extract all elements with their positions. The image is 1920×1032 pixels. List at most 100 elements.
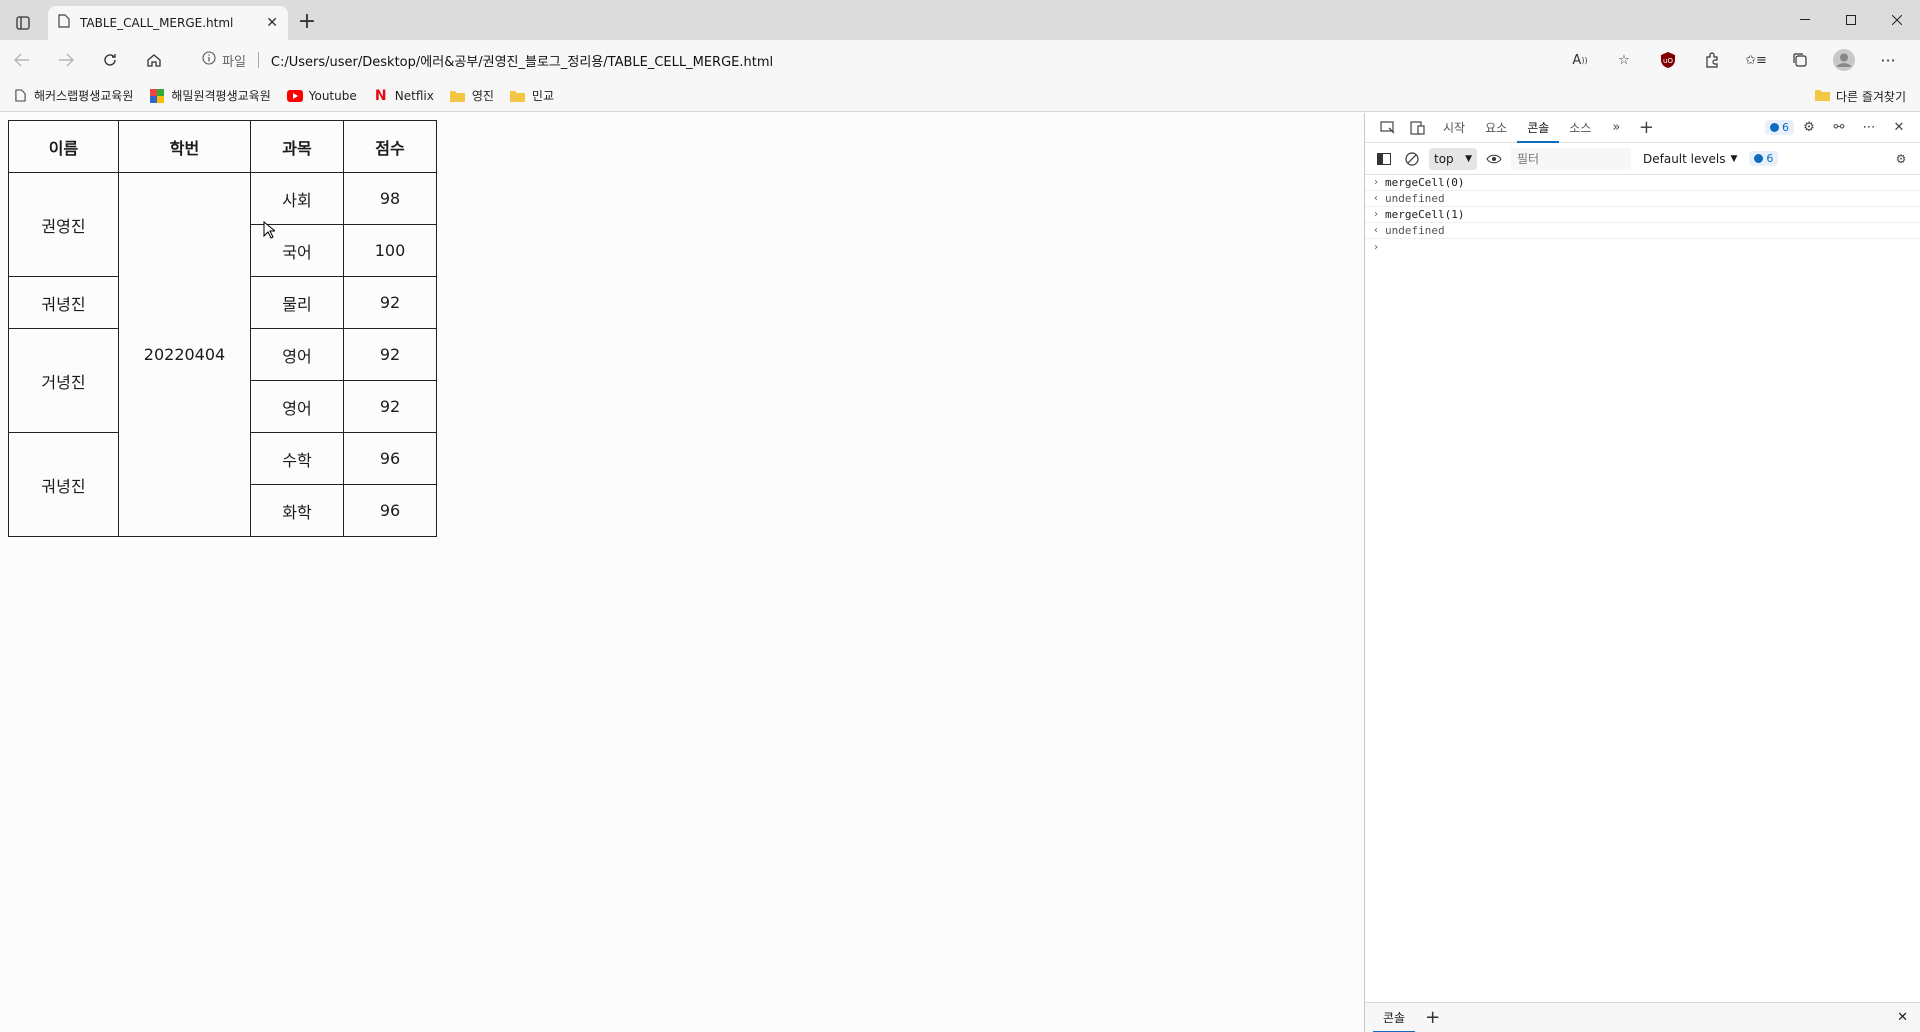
bookmark-haemil[interactable]: 해밀원격평생교육원 — [149, 87, 271, 104]
log-levels-dropdown[interactable]: Default levels ▼ — [1643, 152, 1737, 166]
chevron-down-icon: ▼ — [1730, 153, 1738, 164]
bookmark-label: 해커스랩평생교육원 — [34, 89, 134, 103]
name-cell: 궈녕진 — [8, 432, 119, 537]
name-cell: 궈녕진 — [8, 276, 119, 329]
header-score: 점수 — [343, 120, 437, 173]
folder-icon — [450, 88, 466, 104]
add-tab-icon[interactable]: + — [1631, 114, 1661, 142]
home-button[interactable] — [132, 40, 176, 80]
extensions-icon[interactable] — [1690, 44, 1734, 76]
folder-icon — [510, 88, 526, 104]
close-devtools-icon[interactable]: ✕ — [1884, 114, 1914, 142]
page-icon — [58, 14, 70, 32]
favorites-icon[interactable]: ✩≡ — [1734, 44, 1778, 76]
forward-button[interactable] — [44, 40, 88, 80]
page-content: 이름 학번 과목 점수 권영진 20220404 사회 98 국어 100 궈녕… — [0, 113, 1364, 1032]
score-cell: 96 — [343, 484, 437, 537]
console-input-line: › mergeCell(1) — [1365, 207, 1920, 223]
toolbar: 파일 C:/Users/user/Desktop/에러&공부/권영진_블로그_정… — [0, 40, 1920, 80]
clear-console-icon[interactable] — [1401, 145, 1423, 173]
sidebar-toggle-icon[interactable] — [1373, 145, 1395, 173]
table-row: 권영진 20220404 사회 98 — [8, 172, 437, 537]
issues-icon — [1754, 154, 1764, 163]
close-window-button[interactable] — [1874, 0, 1920, 40]
bookmark-hackers[interactable]: 해커스랩평생교육원 — [12, 87, 133, 104]
subject-cell: 물리 — [250, 276, 344, 329]
bookmark-netflix[interactable]: N Netflix — [373, 88, 434, 104]
issues-badge[interactable]: 6 — [1765, 120, 1794, 135]
bookmark-label: 영진 — [471, 89, 494, 103]
console-text: undefined — [1385, 224, 1445, 237]
subject-cell: 수학 — [250, 432, 344, 485]
console-toolbar: top ▼ Default levels ▼ 6 ⚙ — [1365, 143, 1920, 175]
levels-issues-count: 6 — [1766, 152, 1774, 165]
multicolor-icon — [149, 88, 165, 104]
more-icon[interactable]: ⋯ — [1854, 114, 1884, 142]
mouse-cursor-icon — [263, 221, 275, 239]
console-output: › mergeCell(0) ‹ undefined › mergeCell(1… — [1365, 175, 1920, 255]
info-icon[interactable] — [202, 51, 216, 69]
bookmarks-bar: 해커스랩평생교육원 해밀원격평생교육원 Youtube N Netflix 영진… — [0, 80, 1920, 112]
device-toolbar-icon[interactable] — [1403, 114, 1433, 142]
context-select[interactable]: top ▼ — [1429, 147, 1477, 170]
minimize-button[interactable] — [1782, 0, 1828, 40]
connect-icon[interactable]: ⚯ — [1824, 114, 1854, 142]
inspect-icon[interactable] — [1373, 114, 1403, 142]
drawer-tab-console[interactable]: 콘솔 — [1373, 1003, 1416, 1032]
merged-table: 이름 학번 과목 점수 권영진 20220404 사회 98 국어 100 궈녕… — [8, 120, 437, 537]
back-button[interactable] — [0, 40, 44, 80]
netflix-icon: N — [374, 87, 387, 104]
bookmark-label: 해밀원격평생교육원 — [171, 89, 271, 103]
filter-input[interactable] — [1511, 147, 1631, 170]
chevron-left-icon: ‹ — [1373, 225, 1380, 236]
tab-welcome[interactable]: 시작 — [1433, 113, 1475, 143]
profile-avatar[interactable] — [1822, 44, 1866, 76]
collections-icon[interactable] — [1778, 44, 1822, 76]
bookmark-folder-mingyo[interactable]: 민교 — [510, 87, 554, 104]
youtube-icon — [286, 88, 303, 104]
other-favorites[interactable]: 다른 즐겨찾기 — [1814, 80, 1906, 112]
read-aloud-icon[interactable]: A)) — [1558, 44, 1602, 76]
more-tabs-icon[interactable]: » — [1601, 114, 1631, 142]
tab-active[interactable]: TABLE_CALL_MERGE.html ✕ — [48, 6, 288, 40]
page-icon — [12, 88, 28, 104]
url-text[interactable]: C:/Users/user/Desktop/에러&공부/권영진_블로그_정리용/… — [271, 51, 773, 70]
tab-elements[interactable]: 요소 — [1475, 113, 1517, 143]
add-favorite-icon[interactable]: ☆ — [1602, 44, 1646, 76]
chevron-left-icon: ‹ — [1373, 193, 1380, 204]
console-settings-icon[interactable]: ⚙ — [1886, 145, 1916, 173]
levels-issues-badge[interactable]: 6 — [1749, 151, 1779, 166]
issues-icon — [1770, 123, 1779, 132]
settings-gear-icon[interactable]: ⚙ — [1794, 114, 1824, 142]
title-bar: TABLE_CALL_MERGE.html ✕ + — [0, 0, 1920, 40]
ublock-extension-icon[interactable]: uO — [1646, 44, 1690, 76]
new-tab-button[interactable]: + — [296, 11, 318, 34]
tab-sources[interactable]: 소스 — [1559, 113, 1601, 143]
score-cell: 100 — [343, 224, 437, 277]
score-cell: 92 — [343, 380, 437, 433]
context-value: top — [1434, 151, 1454, 166]
drawer-add-icon[interactable]: + — [1425, 1007, 1440, 1028]
console-result-line: ‹ undefined — [1365, 223, 1920, 239]
tab-actions-icon[interactable] — [10, 10, 36, 36]
tab-console[interactable]: 콘솔 — [1517, 113, 1560, 143]
chevron-right-icon: › — [1373, 177, 1380, 188]
console-prompt[interactable]: › — [1365, 239, 1920, 255]
more-options-icon[interactable]: ··· — [1866, 44, 1910, 76]
subject-cell: 사회 — [250, 172, 344, 225]
other-favorites-label: 다른 즐겨찾기 — [1835, 89, 1906, 104]
close-tab-icon[interactable]: ✕ — [266, 15, 278, 31]
address-bar[interactable]: 파일 C:/Users/user/Desktop/에러&공부/권영진_블로그_정… — [190, 44, 1630, 76]
tab-title: TABLE_CALL_MERGE.html — [80, 16, 234, 30]
bookmark-folder-youngjin[interactable]: 영진 — [450, 87, 494, 104]
console-input-line: › mergeCell(0) — [1365, 175, 1920, 191]
drawer-close-icon[interactable]: ✕ — [1897, 1010, 1908, 1025]
maximize-button[interactable] — [1828, 0, 1874, 40]
issues-count: 6 — [1782, 121, 1789, 134]
subject-cell: 영어 — [250, 380, 344, 433]
live-expression-eye-icon[interactable] — [1483, 145, 1505, 173]
refresh-button[interactable] — [88, 40, 132, 80]
subject-cell: 영어 — [250, 328, 344, 381]
svg-text:uO: uO — [1663, 57, 1673, 65]
bookmark-youtube[interactable]: Youtube — [286, 88, 357, 104]
